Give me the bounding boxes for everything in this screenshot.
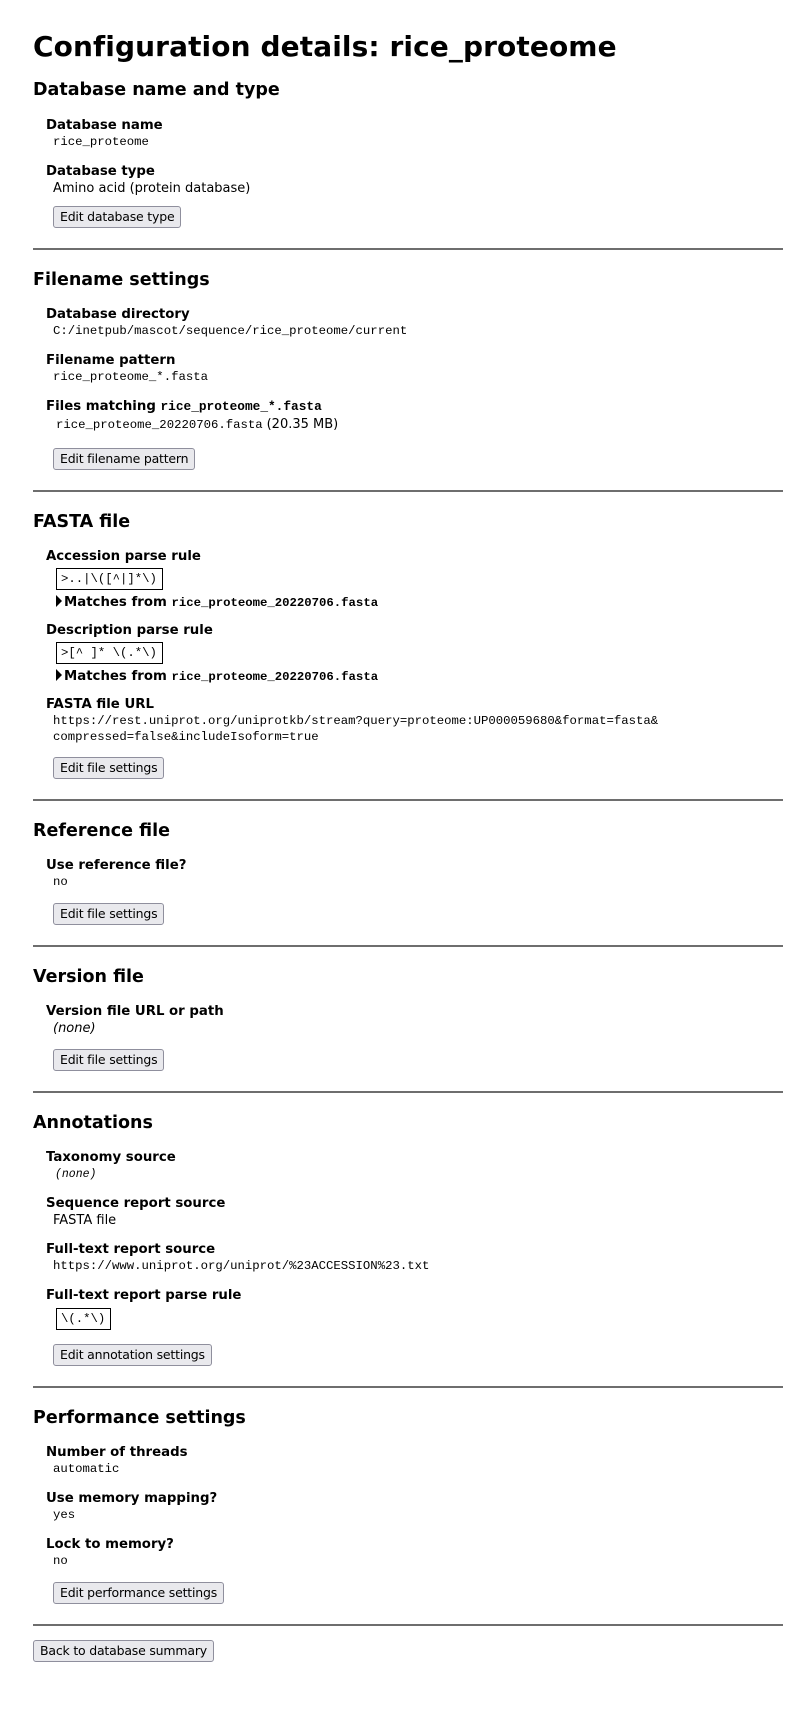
section-heading: Performance settings [33,1408,246,1428]
field-value: automatic [53,1462,120,1476]
field-number-of-threads: Number of threads automatic [33,1444,783,1478]
field-value: rice_proteome [53,135,149,149]
field-label: Filename pattern [46,353,176,368]
matches-label: Matches from [64,595,167,610]
button-row: Edit file settings [33,1049,783,1091]
accession-matches-toggle[interactable]: Matches from rice_proteome_20220706.fast… [46,594,783,612]
section-fasta-file: FASTA file Accession parse rule >..|\([^… [33,492,783,799]
field-label: Number of threads [46,1445,188,1460]
field-label: Lock to memory? [46,1537,174,1552]
field-label: Use memory mapping? [46,1491,218,1506]
field-label: Accession parse rule [46,549,201,564]
field-label: Taxonomy source [46,1150,176,1165]
section-heading: FASTA file [33,512,131,532]
field-label: FASTA file URL [46,697,154,712]
field-value: https://www.uniprot.org/uniprot/%23ACCES… [53,1259,430,1273]
field-value: no [53,1554,68,1568]
full-text-rule-value: \(.*\) [56,1308,112,1330]
matches-label: Matches from [64,669,167,684]
description-rule-value: >[^ ]* \(.*\) [56,642,163,664]
field-label: Description parse rule [46,623,213,638]
edit-file-settings-button[interactable]: Edit file settings [53,903,165,925]
matches-file: rice_proteome_20220706.fasta [171,596,379,610]
section-heading: Annotations [33,1113,153,1133]
field-taxonomy-source: Taxonomy source (none) [33,1149,783,1183]
field-database-directory: Database directory C:/inetpub/mascot/seq… [33,306,783,340]
button-row: Edit annotation settings [33,1344,783,1386]
field-fasta-file-url: FASTA file URL https://rest.uniprot.org/… [33,696,783,745]
edit-performance-settings-button[interactable]: Edit performance settings [53,1582,225,1604]
page-title: Configuration details: rice_proteome [33,30,617,63]
field-value: rice_proteome_*.fasta [53,370,208,384]
section-filename: Filename settings Database directory C:/… [33,250,783,490]
button-row: Edit database type [33,206,783,248]
section-heading: Reference file [33,821,170,841]
field-use-reference-file: Use reference file? no [33,857,783,891]
field-database-name: Database name rice_proteome [33,117,783,151]
edit-file-settings-button[interactable]: Edit file settings [53,757,165,779]
matches-file: rice_proteome_20220706.fasta [171,670,379,684]
field-sequence-report-source: Sequence report source FASTA file [33,1195,783,1229]
field-accession-parse-rule: Accession parse rule >..|\([^|]*\) Match… [33,548,783,612]
field-value: Amino acid (protein database) [53,181,251,196]
field-filename-pattern: Filename pattern rice_proteome_*.fasta [33,352,783,386]
field-value: no [53,875,68,889]
disclosure-triangle-icon [56,595,62,607]
section-performance: Performance settings Number of threads a… [33,1388,783,1624]
back-to-database-summary-button[interactable]: Back to database summary [33,1640,214,1662]
field-lock-to-memory: Lock to memory? no [33,1536,783,1570]
field-full-text-report-source: Full-text report source https://www.unip… [33,1241,783,1275]
edit-filename-pattern-button[interactable]: Edit filename pattern [53,448,196,470]
edit-annotation-settings-button[interactable]: Edit annotation settings [53,1344,212,1366]
description-matches-toggle[interactable]: Matches from rice_proteome_20220706.fast… [46,668,783,686]
accession-rule-value: >..|\([^|]*\) [56,568,163,590]
button-row: Edit file settings [33,903,783,945]
file-list-item: rice_proteome_20220706.fasta (20.35 MB) [46,415,783,434]
field-label: Database type [46,164,155,179]
footer: Back to database summary [33,1626,783,1662]
field-description-parse-rule: Description parse rule >[^ ]* \(.*\) Mat… [33,622,783,686]
field-database-type: Database type Amino acid (protein databa… [33,163,783,197]
section-version-file: Version file Version file URL or path (n… [33,947,783,1091]
section-heading: Version file [33,967,144,987]
fasta-url-line-2: compressed=false&includeIsoform=true [53,730,319,744]
files-matching-label: Files matching [46,399,156,414]
page: Configuration details: rice_proteome Dat… [0,0,794,1662]
field-value: (none) [53,1021,96,1036]
section-name-type: Database name and type Database name ric… [33,79,783,248]
button-row: Edit file settings [33,757,783,799]
button-row: Edit performance settings [33,1582,783,1624]
field-value: FASTA file [53,1213,117,1228]
fasta-url-line-1: https://rest.uniprot.org/uniprotkb/strea… [53,714,659,728]
field-value: C:/inetpub/mascot/sequence/rice_proteome… [53,324,408,338]
field-label: Files matching rice_proteome_*.fasta [46,398,783,415]
field-value: yes [53,1508,76,1522]
section-reference-file: Reference file Use reference file? no Ed… [33,801,783,945]
field-label: Full-text report source [46,1242,216,1257]
section-heading: Database name and type [33,80,280,100]
files-matching-pattern: rice_proteome_*.fasta [160,399,322,414]
field-label: Full-text report parse rule [46,1288,242,1303]
file-size: (20.35 MB) [266,417,339,432]
field-label: Database name [46,118,163,133]
edit-file-settings-button[interactable]: Edit file settings [53,1049,165,1071]
field-label: Database directory [46,307,190,322]
section-annotations: Annotations Taxonomy source (none) Seque… [33,1093,783,1386]
section-heading: Filename settings [33,270,210,290]
field-files-matching: Files matching rice_proteome_*.fasta ric… [33,398,783,434]
edit-database-type-button[interactable]: Edit database type [53,206,182,228]
field-use-memory-mapping: Use memory mapping? yes [33,1490,783,1524]
disclosure-triangle-icon [56,669,62,681]
field-label: Sequence report source [46,1196,226,1211]
field-version-file-url: Version file URL or path (none) [33,1003,783,1037]
field-label: Use reference file? [46,858,187,873]
button-row: Edit filename pattern [33,448,783,490]
file-name: rice_proteome_20220706.fasta [56,418,263,432]
field-value: (none) [55,1168,97,1181]
field-full-text-report-parse-rule: Full-text report parse rule \(.*\) [33,1287,783,1344]
field-label: Version file URL or path [46,1004,224,1019]
